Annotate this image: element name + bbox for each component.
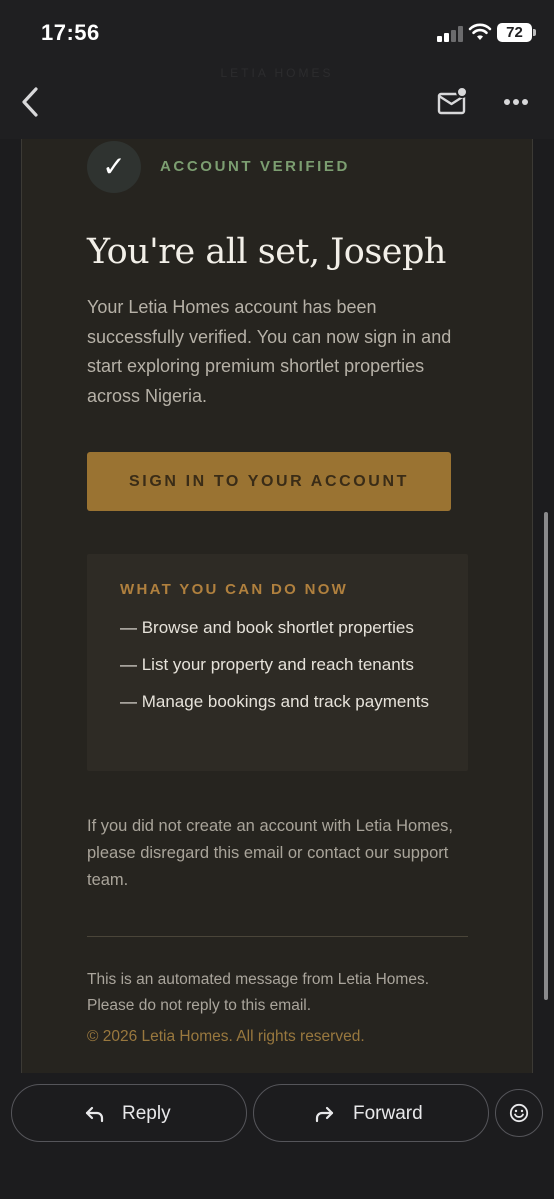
- email-body: ✓ ACCOUNT VERIFIED You're all set, Josep…: [21, 139, 533, 1073]
- emoji-smile-icon: [509, 1103, 529, 1123]
- cellular-signal-icon: [437, 26, 463, 42]
- feature-item: — Browse and book shortlet properties: [120, 618, 414, 637]
- wifi-icon: [468, 23, 492, 40]
- battery-indicator: 72: [497, 23, 532, 42]
- reply-arrow-icon: [85, 1106, 104, 1123]
- mail-unread-icon[interactable]: [436, 86, 470, 116]
- emoji-reaction-button[interactable]: [495, 1089, 543, 1137]
- forward-arrow-icon: [315, 1106, 334, 1123]
- battery-tip: [533, 29, 536, 36]
- footer-divider: [87, 936, 468, 937]
- verified-label: ACCOUNT VERIFIED: [160, 158, 350, 175]
- forward-button[interactable]: Forward: [253, 1084, 489, 1142]
- checkmark-icon: ✓: [102, 151, 126, 182]
- forward-label: Forward: [353, 1103, 423, 1124]
- feature-item: — List your property and reach tenants: [120, 655, 414, 674]
- sign-in-button[interactable]: SIGN IN TO YOUR ACCOUNT: [87, 452, 451, 511]
- copyright-text: © 2026 Letia Homes. All rights reserved.: [87, 1028, 365, 1045]
- more-horizontal-icon[interactable]: [500, 90, 532, 114]
- disregard-note: If you did not create an account with Le…: [87, 817, 453, 889]
- faded-sender-name: LETIA HOMES: [220, 66, 334, 80]
- email-headline: You're all set, Joseph: [87, 232, 446, 272]
- verified-check-badge: ✓: [87, 141, 141, 193]
- chevron-left-icon[interactable]: [16, 84, 46, 120]
- bottom-action-bar: Reply Forward: [0, 1073, 554, 1199]
- email-body-text: Your Letia Homes account has been succes…: [87, 297, 452, 406]
- features-title: WHAT YOU CAN DO NOW: [120, 581, 349, 598]
- status-bar: 17:56 72: [0, 0, 554, 66]
- automated-footer: This is an automated message from Letia …: [87, 971, 430, 1014]
- reply-label: Reply: [122, 1103, 171, 1124]
- app-header: LETIA HOMES: [0, 66, 554, 139]
- reply-button[interactable]: Reply: [11, 1084, 247, 1142]
- status-time: 17:56: [41, 20, 100, 45]
- feature-item: — Manage bookings and track payments: [120, 692, 430, 711]
- scrollbar[interactable]: [544, 512, 548, 1000]
- features-list: — Browse and book shortlet properties — …: [120, 614, 450, 725]
- features-panel: WHAT YOU CAN DO NOW — Browse and book sh…: [87, 554, 468, 771]
